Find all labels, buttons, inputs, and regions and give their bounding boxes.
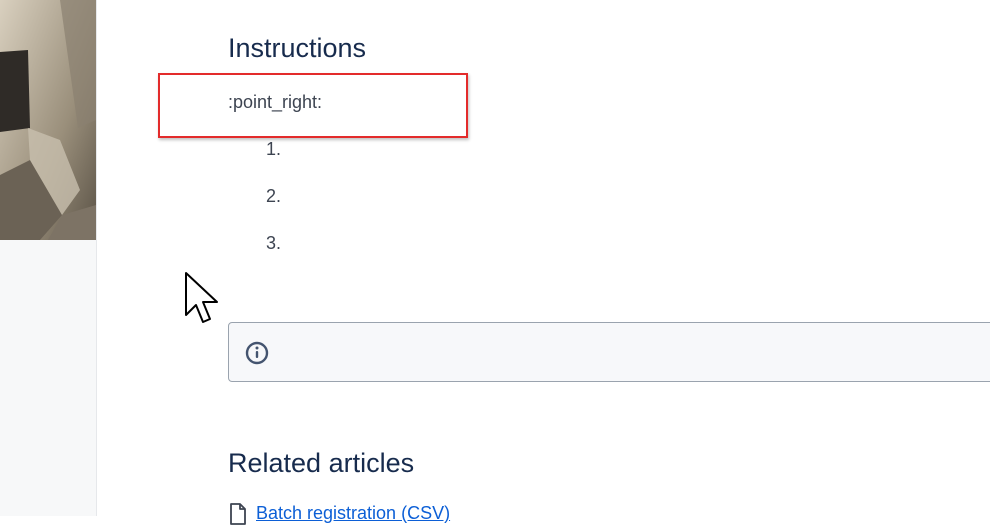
instruction-steps-list: 1. 2. 3. xyxy=(266,139,281,280)
article-content: Instructions :point_right: 1. 2. 3. Rela… xyxy=(228,0,990,525)
point-right-shortcode: :point_right: xyxy=(228,92,323,112)
info-panel xyxy=(228,322,990,382)
document-icon xyxy=(230,503,246,525)
instructions-heading: Instructions xyxy=(228,33,367,63)
gear-banner-image xyxy=(0,0,96,240)
related-article-label: Batch registration (CSV) xyxy=(256,503,451,523)
left-sidebar-panel xyxy=(0,0,97,516)
related-articles-heading: Related articles xyxy=(228,448,415,478)
step-item: 1. xyxy=(266,139,282,159)
step-item: 2. xyxy=(266,186,282,206)
related-article-link[interactable]: Batch registration (CSV) xyxy=(228,503,450,525)
info-icon xyxy=(245,341,269,365)
mouse-pointer-icon xyxy=(185,272,218,323)
step-item: 3. xyxy=(266,233,282,253)
